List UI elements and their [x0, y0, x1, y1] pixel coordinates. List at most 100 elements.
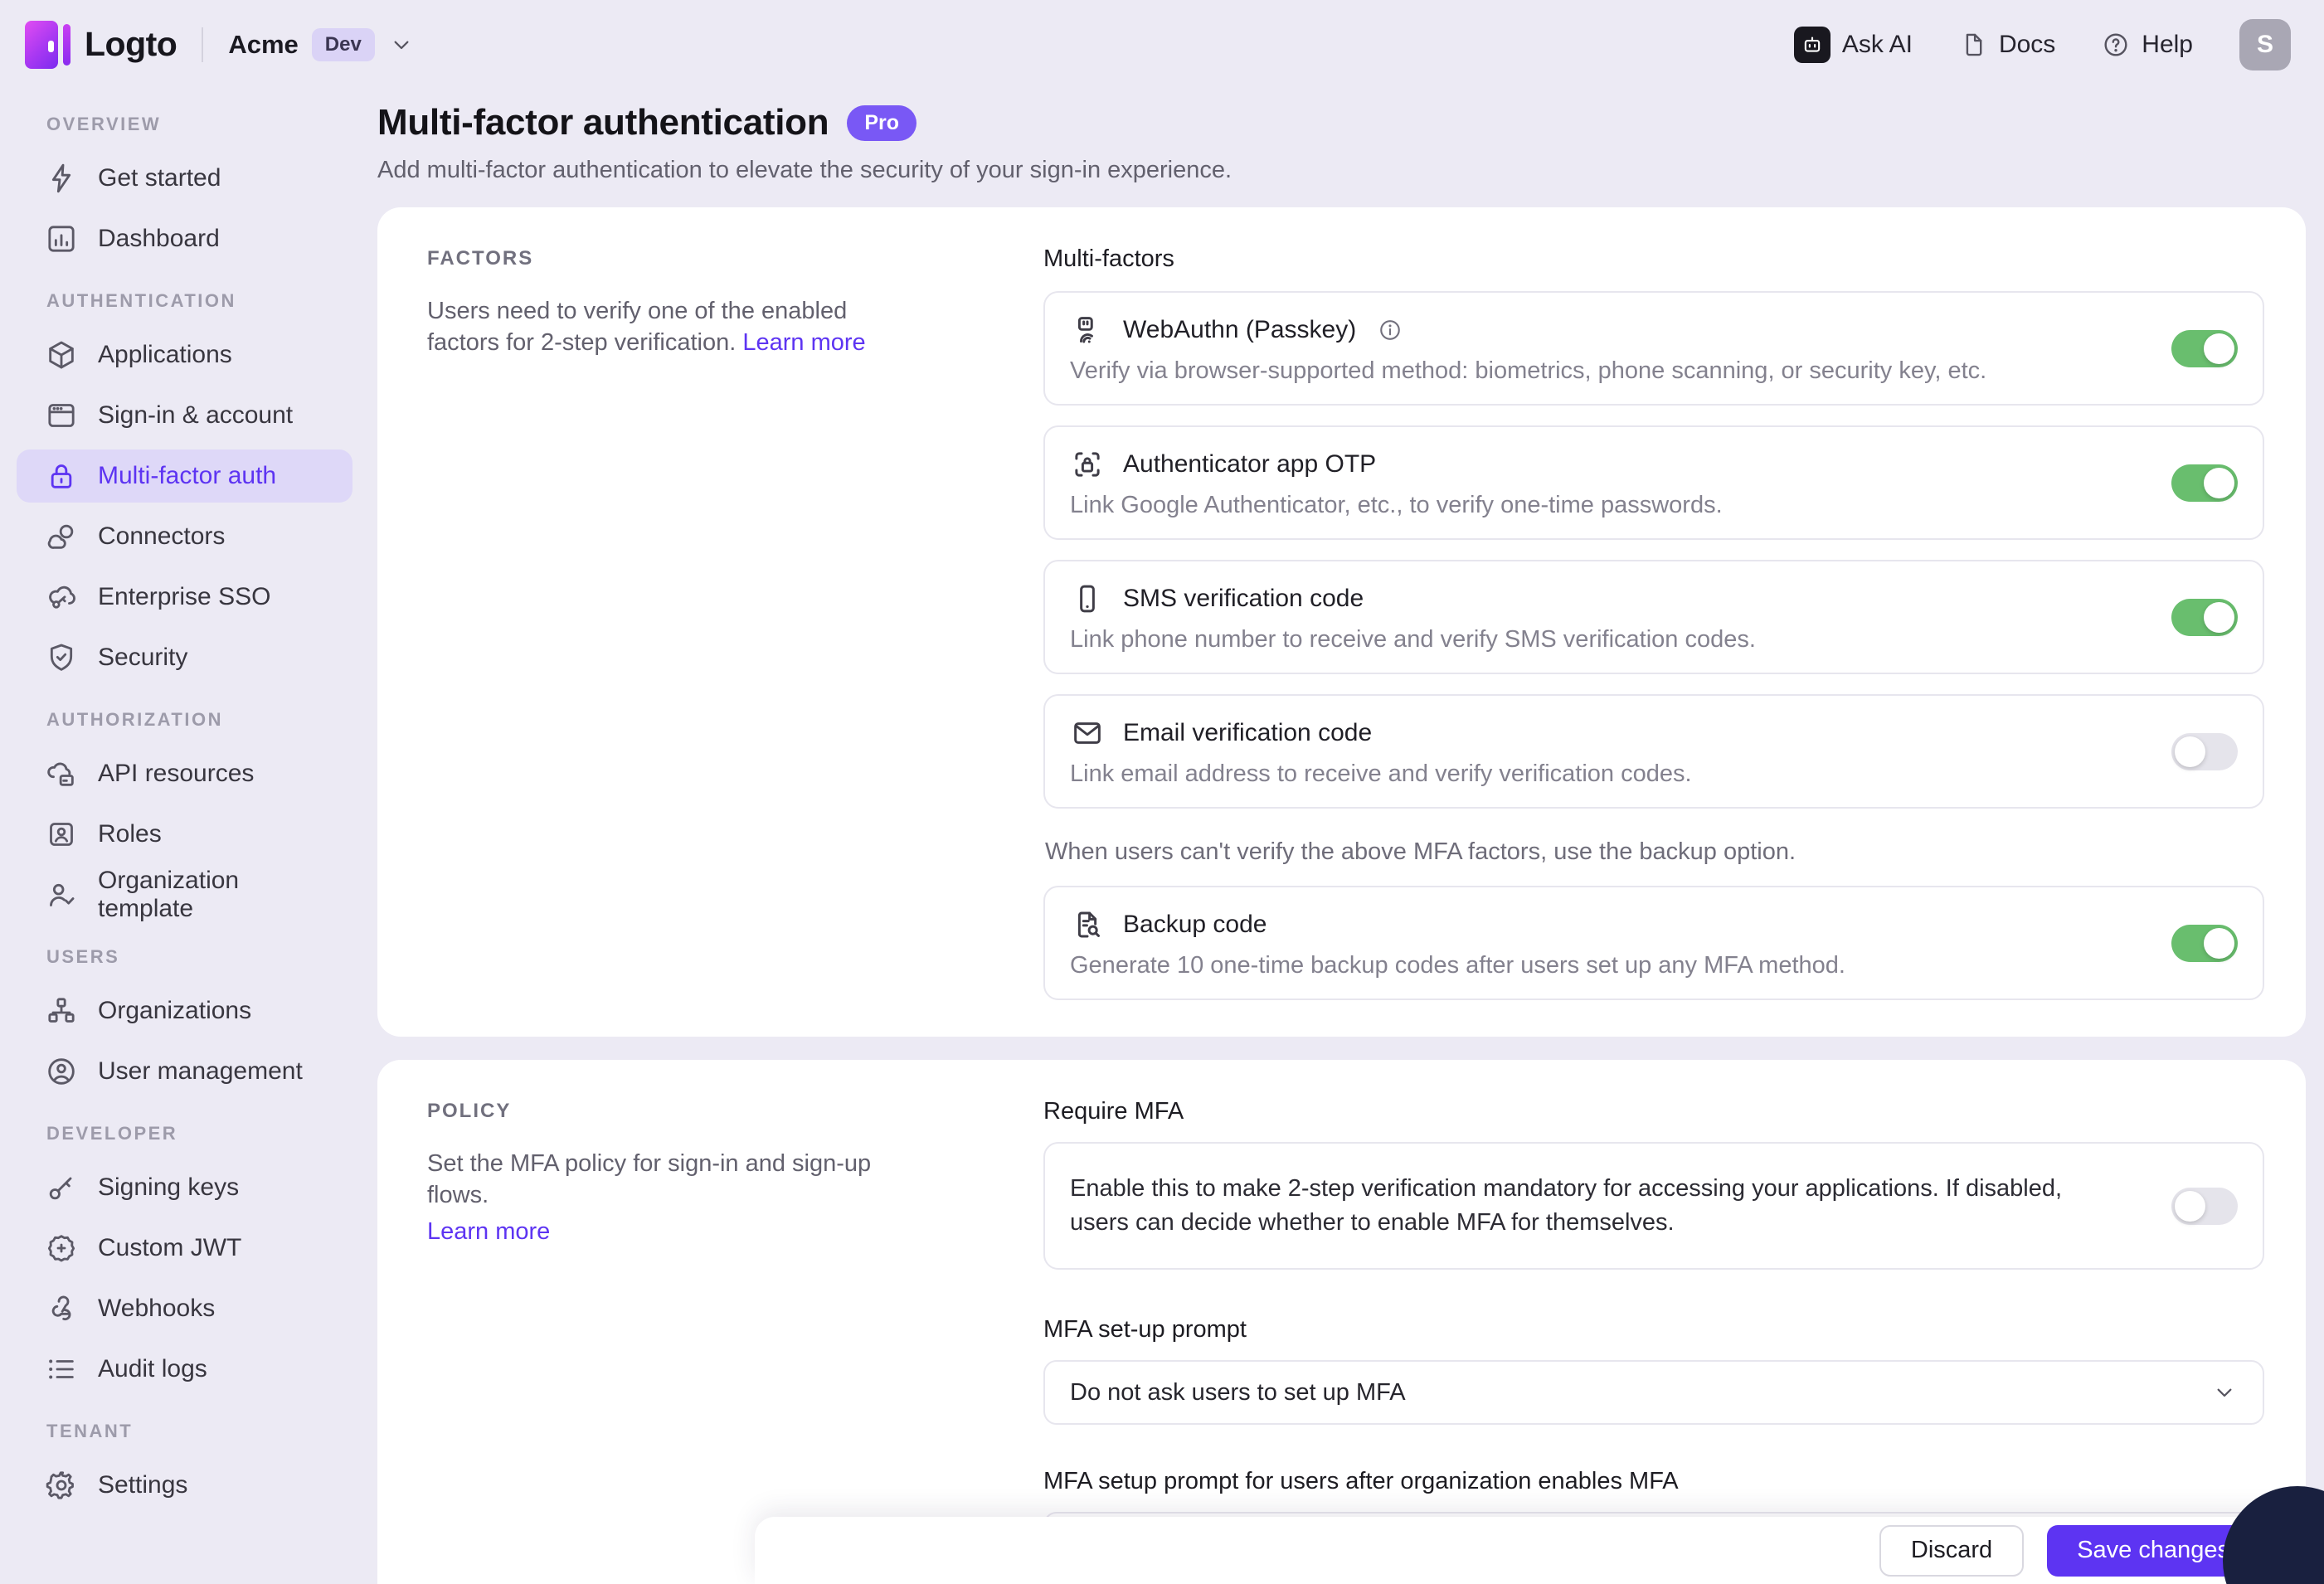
- info-icon[interactable]: [1378, 318, 1403, 343]
- sidebar-section-tenant: TENANT: [46, 1421, 352, 1442]
- sms-toggle[interactable]: [2171, 599, 2238, 636]
- avatar[interactable]: S: [2239, 19, 2291, 70]
- sidebar-section-authentication: AUTHENTICATION: [46, 290, 352, 312]
- factor-description: Link email address to receive and verify…: [1070, 759, 2138, 789]
- tenant-selector[interactable]: Acme Dev: [228, 28, 414, 61]
- save-action-bar: Discard Save changes: [755, 1517, 2306, 1584]
- list-icon: [45, 1353, 78, 1386]
- help-label: Help: [2142, 31, 2193, 59]
- ask-ai-button[interactable]: Ask AI: [1794, 27, 1913, 63]
- factor-description: Link Google Authenticator, etc., to veri…: [1070, 490, 2138, 520]
- main-content: Multi-factor authentication Pro Add mult…: [377, 89, 2324, 1584]
- factors-section-intro: FACTORS Users need to verify one of the …: [377, 207, 1043, 1037]
- sidebar-section-authorization: AUTHORIZATION: [46, 709, 352, 731]
- sidebar-item-user-management[interactable]: User management: [17, 1045, 352, 1098]
- discard-button[interactable]: Discard: [1879, 1525, 2024, 1577]
- passkey-icon: [1070, 313, 1105, 347]
- docs-button[interactable]: Docs: [1959, 31, 2055, 59]
- cube-icon: [45, 338, 78, 372]
- webauthn-toggle[interactable]: [2171, 330, 2238, 367]
- gear-icon: [45, 1469, 78, 1502]
- otp-scan-lock-icon: [1070, 447, 1105, 482]
- authenticator-otp-toggle[interactable]: [2171, 464, 2238, 502]
- require-mfa-row: Enable this to make 2-step verification …: [1043, 1142, 2264, 1270]
- topbar: Logto Acme Dev Ask AI Docs Help S: [0, 0, 2324, 89]
- key-icon: [45, 1171, 78, 1204]
- require-mfa-toggle[interactable]: [2171, 1188, 2238, 1225]
- factor-title: WebAuthn (Passkey): [1123, 316, 1356, 344]
- policy-learn-more-link[interactable]: Learn more: [427, 1216, 550, 1247]
- sidebar-item-api-resources[interactable]: API resources: [17, 747, 352, 800]
- brand-cluster: Logto Acme Dev: [25, 19, 415, 70]
- help-button[interactable]: Help: [2102, 31, 2193, 59]
- sidebar-section-users: USERS: [46, 946, 352, 968]
- sidebar-item-dashboard[interactable]: Dashboard: [17, 212, 352, 265]
- require-mfa-label: Require MFA: [1043, 1098, 2264, 1125]
- webhook-icon: [45, 1292, 78, 1325]
- policy-section-label: POLICY: [427, 1100, 919, 1123]
- lock-icon: [45, 459, 78, 493]
- backup-hint-text: When users can't verify the above MFA fa…: [1045, 838, 2264, 866]
- sidebar-item-multi-factor-auth[interactable]: Multi-factor auth: [17, 449, 352, 503]
- factor-title: Backup code: [1123, 911, 1267, 939]
- ask-ai-label: Ask AI: [1842, 31, 1913, 59]
- sidebar-item-enterprise-sso[interactable]: Enterprise SSO: [17, 571, 352, 624]
- mfa-setup-prompt-value: Do not ask users to set up MFA: [1070, 1379, 1406, 1407]
- sidebar-item-connectors[interactable]: Connectors: [17, 510, 352, 563]
- gear-plus-icon: [45, 1232, 78, 1265]
- person-circle-icon: [45, 1055, 78, 1088]
- sidebar: OVERVIEW Get started Dashboard AUTHENTIC…: [0, 89, 377, 1584]
- policy-section-description: Set the MFA policy for sign-in and sign-…: [427, 1150, 871, 1208]
- mfa-setup-prompt-select[interactable]: Do not ask users to set up MFA: [1043, 1360, 2264, 1425]
- backup-code-toggle[interactable]: [2171, 925, 2238, 962]
- topbar-actions: Ask AI Docs Help S: [1794, 19, 2291, 70]
- sidebar-item-roles[interactable]: Roles: [17, 808, 352, 861]
- sidebar-item-audit-logs[interactable]: Audit logs: [17, 1343, 352, 1396]
- backup-code-icon: [1070, 907, 1105, 942]
- factor-title: SMS verification code: [1123, 585, 1364, 613]
- brand-name[interactable]: Logto: [85, 25, 177, 64]
- sidebar-item-security[interactable]: Security: [17, 631, 352, 684]
- email-toggle[interactable]: [2171, 733, 2238, 770]
- logto-logo-icon[interactable]: [25, 19, 71, 70]
- sidebar-section-overview: OVERVIEW: [46, 114, 352, 135]
- sidebar-item-organization-template[interactable]: Organization template: [17, 868, 352, 921]
- question-circle-icon: [2102, 31, 2130, 59]
- tenant-env-badge: Dev: [312, 28, 375, 61]
- factors-learn-more-link[interactable]: Learn more: [742, 329, 865, 356]
- bar-chart-icon: [45, 222, 78, 255]
- sidebar-item-get-started[interactable]: Get started: [17, 152, 352, 205]
- page-title: Multi-factor authentication: [377, 102, 829, 143]
- pro-badge: Pro: [847, 105, 916, 141]
- phone-icon: [1070, 581, 1105, 616]
- sidebar-item-custom-jwt[interactable]: Custom JWT: [17, 1222, 352, 1275]
- page-subtitle: Add multi-factor authentication to eleva…: [377, 157, 2306, 184]
- sidebar-item-organizations[interactable]: Organizations: [17, 984, 352, 1037]
- factor-title: Email verification code: [1123, 719, 1372, 747]
- lightning-icon: [45, 162, 78, 195]
- sidebar-section-developer: DEVELOPER: [46, 1123, 352, 1144]
- factor-row-sms: SMS verification code Link phone number …: [1043, 560, 2264, 674]
- person-check-icon: [45, 878, 78, 911]
- id-card-icon: [45, 818, 78, 851]
- shield-check-icon: [45, 641, 78, 674]
- multi-factors-label: Multi-factors: [1043, 245, 2264, 273]
- sidebar-item-webhooks[interactable]: Webhooks: [17, 1282, 352, 1335]
- sidebar-item-settings[interactable]: Settings: [17, 1459, 352, 1512]
- cloud-server-icon: [45, 757, 78, 790]
- divider: [202, 27, 203, 62]
- factor-row-webauthn: WebAuthn (Passkey) Verify via browser-su…: [1043, 291, 2264, 406]
- browser-window-icon: [45, 399, 78, 432]
- policy-card: POLICY Set the MFA policy for sign-in an…: [377, 1060, 2306, 1584]
- org-mfa-setup-prompt-label: MFA setup prompt for users after organiz…: [1043, 1468, 2264, 1495]
- sidebar-item-sign-in-account[interactable]: Sign-in & account: [17, 389, 352, 442]
- chevron-down-icon: [2211, 1379, 2238, 1406]
- factor-description: Verify via browser-supported method: bio…: [1070, 356, 2138, 386]
- sidebar-item-signing-keys[interactable]: Signing keys: [17, 1161, 352, 1214]
- document-icon: [1959, 31, 1987, 59]
- policy-section-intro: POLICY Set the MFA policy for sign-in an…: [377, 1060, 1043, 1584]
- mfa-setup-prompt-label: MFA set-up prompt: [1043, 1316, 2264, 1343]
- sidebar-item-applications[interactable]: Applications: [17, 328, 352, 381]
- factor-row-email: Email verification code Link email addre…: [1043, 694, 2264, 809]
- tenant-name: Acme: [228, 30, 298, 60]
